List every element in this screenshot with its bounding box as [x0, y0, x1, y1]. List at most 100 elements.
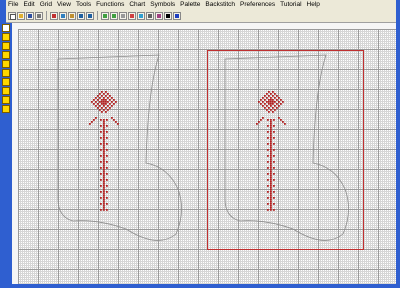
stitch-cell [267, 209, 269, 211]
fill-icon[interactable] [137, 11, 145, 20]
backstitch-icon[interactable] [155, 11, 163, 20]
menu-edit[interactable]: Edit [23, 1, 34, 8]
select-tool-icon[interactable] [2, 24, 10, 32]
color-icon[interactable] [128, 11, 136, 20]
stitch-cell [276, 99, 278, 101]
save-icon[interactable] [26, 11, 34, 20]
redo-icon[interactable] [86, 11, 94, 20]
stitch-cell [267, 185, 269, 187]
stitch-cell [103, 197, 105, 199]
open-icon[interactable] [17, 11, 25, 20]
pencil-tool-icon[interactable] [2, 33, 10, 41]
menu-symbols[interactable]: Symbols [150, 1, 175, 8]
stitch-cell [270, 161, 272, 163]
stitch-cell [262, 117, 264, 119]
stitch-cell [100, 137, 102, 139]
stitch-cell [274, 93, 276, 95]
cross-stitch-tool-icon[interactable] [2, 42, 10, 50]
stitch-cell [103, 163, 105, 165]
stitch-cell [270, 209, 272, 211]
menu-file[interactable]: File [8, 1, 18, 8]
select-icon[interactable] [146, 11, 154, 20]
stitch-cell [272, 103, 274, 105]
stitch-cell [270, 145, 272, 147]
stitch-cell [103, 195, 105, 197]
stitch-cell [93, 99, 95, 101]
stitch-cell [270, 93, 272, 95]
undo-icon[interactable] [77, 11, 85, 20]
zoom-in-icon[interactable] [101, 11, 109, 20]
stitch-cell [103, 147, 105, 149]
menu-tutorial[interactable]: Tutorial [280, 1, 301, 8]
zoom-out-icon[interactable] [110, 11, 118, 20]
stitch-cell [268, 103, 270, 105]
stitch-cell [270, 99, 272, 101]
half-stitch-tool-icon[interactable] [2, 51, 10, 59]
menu-help[interactable]: Help [307, 1, 320, 8]
stitch-cell [100, 197, 102, 199]
stitch-cell [266, 109, 268, 111]
magnifier-tool-icon[interactable] [2, 96, 10, 104]
stitch-cell [270, 125, 272, 127]
menu-backstitch[interactable]: Backstitch [205, 1, 235, 8]
chart-canvas[interactable] [18, 29, 396, 284]
stitch-cell [103, 103, 105, 105]
stitch-cell [258, 101, 260, 103]
stitch-cell [115, 101, 117, 103]
color-picker-icon[interactable] [2, 105, 10, 113]
stitch-cell [103, 101, 105, 103]
menu-chart[interactable]: Chart [129, 1, 145, 8]
flower-motif-left [89, 91, 119, 211]
stitch-cell [103, 123, 105, 125]
stitch-cell [105, 91, 107, 93]
fill-tool-icon[interactable] [2, 69, 10, 77]
stitch-cell [262, 101, 264, 103]
new-icon[interactable] [8, 11, 16, 20]
lasso-tool-icon[interactable] [2, 87, 10, 95]
stitch-cell [101, 107, 103, 109]
stitch-cell [105, 103, 107, 105]
stitch-cell [267, 131, 269, 133]
stitch-cell [103, 157, 105, 159]
menu-view[interactable]: View [57, 1, 71, 8]
text-icon[interactable] [164, 11, 172, 20]
stitch-cell [270, 181, 272, 183]
window-frame-right [396, 0, 400, 288]
backstitch-tool-icon[interactable] [2, 60, 10, 68]
stitch-cell [101, 103, 103, 105]
stitch-cell [103, 155, 105, 157]
stitch-cell [109, 99, 111, 101]
menu-palette[interactable]: Palette [180, 1, 200, 8]
stitch-cell [267, 125, 269, 127]
eraser-tool-icon[interactable] [2, 78, 10, 86]
stitch-cell [272, 91, 274, 93]
cut-icon[interactable] [50, 11, 58, 20]
menu-functions[interactable]: Functions [96, 1, 124, 8]
stitch-cell [103, 169, 105, 171]
help-icon[interactable] [173, 11, 181, 20]
stitch-cell [270, 155, 272, 157]
copy-icon[interactable] [59, 11, 67, 20]
stitch-cell [103, 135, 105, 137]
paste-icon[interactable] [68, 11, 76, 20]
stitch-cell [106, 119, 108, 121]
stitch-cell [103, 161, 105, 163]
menu-grid[interactable]: Grid [40, 1, 52, 8]
stitch-cell [270, 103, 272, 105]
print-icon[interactable] [35, 11, 43, 20]
stitch-cell [101, 111, 103, 113]
menu-tools[interactable]: Tools [76, 1, 91, 8]
stitch-cell [111, 101, 113, 103]
stitch-cell [103, 201, 105, 203]
menu-preferences[interactable]: Preferences [240, 1, 275, 8]
stitch-cell [100, 185, 102, 187]
stitch-cell [268, 107, 270, 109]
stitch-cell [276, 95, 278, 97]
stitch-cell [103, 185, 105, 187]
stitch-cell [103, 177, 105, 179]
stitch-cell [99, 109, 101, 111]
stitch-cell [260, 119, 262, 121]
stitch-cell [270, 205, 272, 207]
grid-icon[interactable] [119, 11, 127, 20]
stitch-cell [115, 121, 117, 123]
